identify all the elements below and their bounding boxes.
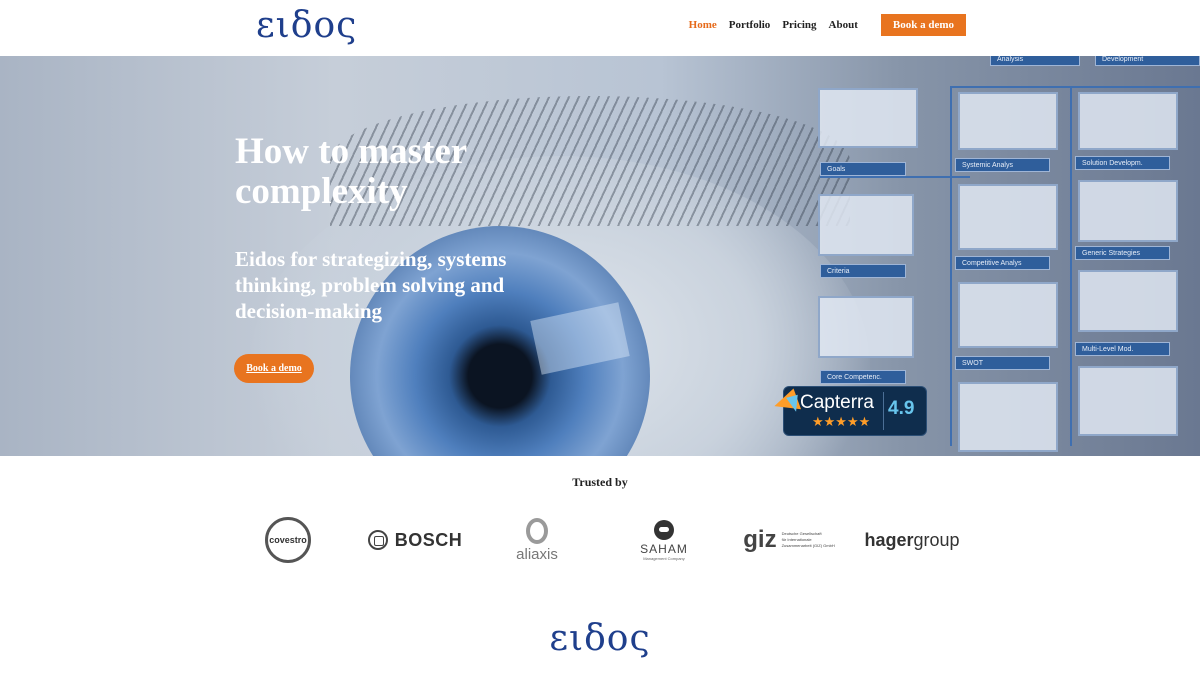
panel-label: Multi-Level Mod. xyxy=(1075,342,1170,356)
hero-book-demo-button[interactable]: Book a demo xyxy=(234,354,314,383)
chart-panel xyxy=(1078,180,1178,242)
saham-logo: SAHAM Management Company xyxy=(632,515,696,565)
giz-tagline: Deutsche Gesellschaft für Internationale… xyxy=(782,531,835,549)
chart-panel xyxy=(1078,366,1178,436)
giz-logo: giz Deutsche Gesellschaft für Internatio… xyxy=(739,515,839,565)
hero-subtitle: Eidos for strategizing, systems thinking… xyxy=(235,247,507,323)
chart-panel xyxy=(818,194,914,256)
panel-label: Goals xyxy=(820,162,906,176)
nav-about[interactable]: About xyxy=(829,19,858,31)
star-rating-icon: ★★★★★ xyxy=(812,415,871,430)
panel-label: Generic Strategies xyxy=(1075,246,1170,260)
panel-label: Development xyxy=(1095,56,1200,66)
bosch-wordmark: BOSCH xyxy=(394,529,463,550)
chart-panel xyxy=(958,382,1058,452)
capterra-name: Capterra xyxy=(800,392,874,413)
saham-emblem-icon xyxy=(654,519,674,540)
footer-eidos-logo[interactable]: ειδος xyxy=(0,618,1200,659)
eidos-logo[interactable]: ειδος xyxy=(256,4,357,48)
connector-line xyxy=(1070,86,1072,446)
trusted-by-heading: Trusted by xyxy=(572,475,628,489)
capterra-score: 4.9 xyxy=(888,398,915,419)
panel-label: Systemic Analys xyxy=(955,158,1050,172)
aliaxis-ring-icon xyxy=(526,517,548,544)
bosch-armature-icon xyxy=(367,530,388,550)
panel-label: SWOT xyxy=(955,356,1050,370)
saham-tagline: Management Company xyxy=(643,555,685,561)
aliaxis-wordmark: aliaxis xyxy=(516,545,558,563)
chart-panel xyxy=(1078,270,1178,332)
giz-tagline-line: Zusammenarbeit (GIZ) GmbH xyxy=(781,543,835,548)
hager-wordmark-bold: hager xyxy=(864,529,914,550)
chart-panel xyxy=(818,88,918,148)
covestro-wordmark: covestro xyxy=(269,535,307,545)
chart-panel xyxy=(958,282,1058,348)
group-wordmark: group xyxy=(913,529,960,550)
panel-label: Criteria xyxy=(820,264,906,278)
connector-line xyxy=(950,86,1200,88)
panel-label: Competitive Analys xyxy=(955,256,1050,270)
main-nav: Home Portfolio Pricing About Book a demo xyxy=(689,14,966,36)
site-header: ειδος Home Portfolio Pricing About Book … xyxy=(0,0,1200,56)
capterra-divider xyxy=(883,392,884,430)
capterra-rating-badge[interactable]: Capterra ★★★★★ 4.9 xyxy=(770,386,927,436)
connector-line xyxy=(820,176,970,178)
bosch-logo: BOSCH xyxy=(365,515,465,565)
panel-label: Core Competenc. xyxy=(820,370,906,384)
chart-panel xyxy=(958,92,1058,150)
nav-home[interactable]: Home xyxy=(689,19,717,31)
saham-wordmark: SAHAM xyxy=(640,541,688,556)
client-logos: covestro BOSCH aliaxis SAHAM Management … xyxy=(0,515,1200,565)
aliaxis-logo: aliaxis xyxy=(507,515,567,565)
panel-label: Analysis xyxy=(990,56,1080,66)
chart-panel xyxy=(958,184,1058,250)
covestro-ring-icon: covestro xyxy=(265,517,311,563)
giz-wordmark: giz xyxy=(743,526,777,553)
header-book-demo-button[interactable]: Book a demo xyxy=(880,14,966,36)
nav-portfolio[interactable]: Portfolio xyxy=(729,19,771,31)
covestro-logo: covestro xyxy=(264,515,312,565)
connector-line xyxy=(950,86,952,446)
chart-panel xyxy=(1078,92,1178,150)
hero-section: Analysis Development Goals Criteria Core… xyxy=(0,56,1200,456)
hero-title: How to master complexity xyxy=(235,131,467,212)
hagergroup-logo: hagergroup xyxy=(864,515,959,565)
panel-label: Solution Developm. xyxy=(1075,156,1170,170)
hagergroup-wordmark: hagergroup xyxy=(864,530,959,551)
chart-panel xyxy=(818,296,914,358)
nav-pricing[interactable]: Pricing xyxy=(782,19,816,31)
